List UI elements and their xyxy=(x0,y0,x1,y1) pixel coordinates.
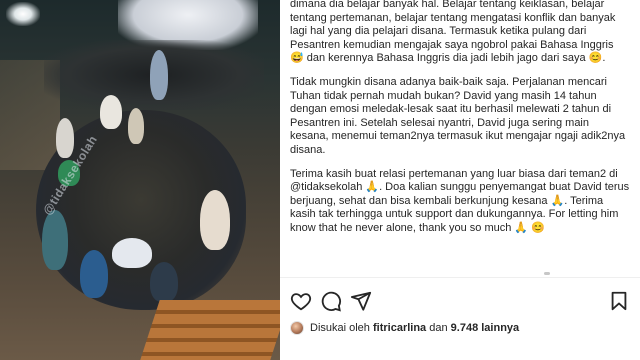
person-figure xyxy=(56,118,74,158)
person-figure xyxy=(100,95,122,129)
caption-paragraph-2: Tidak mungkin disana adanya baik-baik sa… xyxy=(290,75,629,156)
heart-icon[interactable] xyxy=(290,290,312,312)
likes-prefix: Disukai oleh xyxy=(310,322,370,334)
post-side-panel: dimana dia belajar banyak hal. Belajar t… xyxy=(280,0,640,360)
person-figure xyxy=(42,210,68,270)
person-figure xyxy=(80,250,108,298)
caption-paragraph-3: Terima kasih buat relasi pertemanan yang… xyxy=(290,167,630,234)
likes-summary: Disukai oleh fitricarlina dan 9.748 lain… xyxy=(290,320,630,336)
bookmark-icon[interactable] xyxy=(608,290,630,312)
lamp-light xyxy=(6,2,40,26)
person-figure xyxy=(150,50,168,100)
likes-suffix[interactable]: lainnya xyxy=(481,322,519,334)
person-figure xyxy=(128,108,144,144)
post-caption: dimana dia belajar banyak hal. Belajar t… xyxy=(290,0,630,276)
likes-connector: dan xyxy=(429,322,448,334)
wooden-stairs xyxy=(140,300,280,360)
person-figure xyxy=(200,190,230,250)
action-bar xyxy=(290,290,630,312)
comment-icon[interactable] xyxy=(320,290,342,312)
post-photo[interactable]: @tidaksekolah xyxy=(0,0,280,360)
section-divider xyxy=(280,277,640,278)
liker-username[interactable]: fitricarlina xyxy=(373,322,426,334)
likes-count[interactable]: 9.748 xyxy=(451,322,479,334)
caption-paragraph-1: dimana dia belajar banyak hal. Belajar t… xyxy=(290,0,619,65)
scroll-indicator[interactable] xyxy=(544,272,550,275)
person-figure xyxy=(112,238,152,268)
person-figure xyxy=(150,262,178,302)
share-icon[interactable] xyxy=(350,290,372,312)
liker-avatar[interactable] xyxy=(290,321,304,335)
